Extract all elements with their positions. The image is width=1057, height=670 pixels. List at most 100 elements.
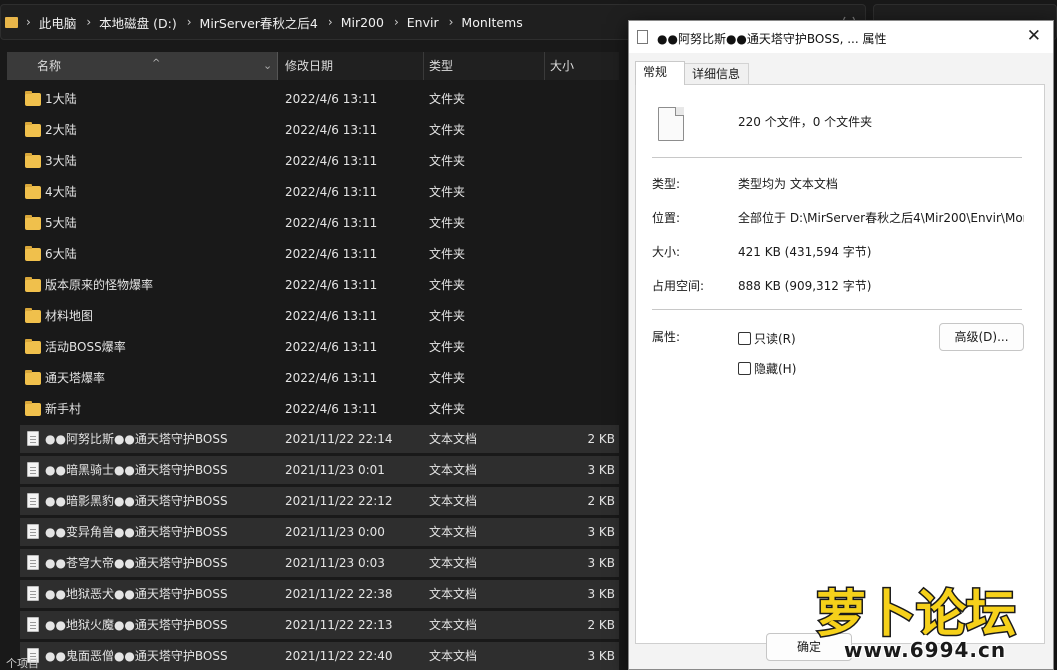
advanced-button[interactable]: 高级(D)... <box>939 323 1024 351</box>
cell-size: 3 KB <box>587 587 615 601</box>
folder-row[interactable]: 3大陆 2022/4/6 13:11 文件夹 <box>20 146 619 177</box>
file-row[interactable]: ●●暗影黑豹●●通天塔守护BOSS 2021/11/22 22:12 文本文档 2 K… <box>20 487 619 515</box>
dialog-titlebar[interactable]: ●●阿努比斯●●通天塔守护BOSS, ... 属性 ✕ <box>629 21 1053 53</box>
folder-row[interactable]: 活动BOSS爆率 2022/4/6 13:11 文件夹 <box>20 332 619 363</box>
breadcrumb-separator-icon[interactable]: › <box>26 15 31 29</box>
text-file-icon <box>27 462 39 477</box>
tab-general[interactable]: 常规 <box>635 61 685 85</box>
readonly-label: 只读(R) <box>754 332 796 346</box>
file-count: 220 个文件，0 个文件夹 <box>738 115 873 129</box>
ok-button[interactable]: 确定 <box>766 633 852 661</box>
cell-type: 文本文档 <box>429 525 478 539</box>
cell-date: 2022/4/6 13:11 <box>285 309 378 323</box>
cell-type: 文本文档 <box>429 618 478 632</box>
column-type[interactable]: 类型 <box>424 52 545 80</box>
cell-type: 文件夹 <box>429 278 466 292</box>
cell-type: 文件夹 <box>429 402 466 416</box>
breadcrumb-separator-icon[interactable]: › <box>86 15 91 29</box>
file-row[interactable]: ●●苍穹大帝●●通天塔守护BOSS 2021/11/23 0:03 文本文档 3 KB <box>20 549 619 577</box>
cell-type: 文件夹 <box>429 123 466 137</box>
readonly-checkbox[interactable]: 只读(R) <box>738 330 796 347</box>
type-label: 类型: <box>652 177 681 191</box>
multiple-files-icon <box>658 107 684 141</box>
folder-row[interactable]: 材料地图 2022/4/6 13:11 文件夹 <box>20 301 619 332</box>
cell-type: 文件夹 <box>429 154 466 168</box>
column-size[interactable]: 大小 <box>545 52 619 80</box>
breadcrumb-item[interactable]: Envir <box>407 15 439 30</box>
cell-name: 5大陆 <box>45 216 77 230</box>
text-file-icon <box>27 555 39 570</box>
cell-name: 2大陆 <box>45 123 77 137</box>
breadcrumb: › 此电脑 › 本地磁盘 (D:) › MirServer春秋之后4 › Mir200 › Env… <box>5 13 523 32</box>
column-name-label: 名称 <box>37 59 62 73</box>
cell-name: ●●暗黑骑士●●通天塔守护BOSS <box>45 463 228 477</box>
folder-row[interactable]: 2大陆 2022/4/6 13:11 文件夹 <box>20 115 619 146</box>
folder-icon <box>25 246 41 261</box>
folder-icon <box>25 401 41 416</box>
column-date[interactable]: 修改日期 <box>278 52 424 80</box>
status-bar: 个项目 <box>6 657 39 670</box>
chevron-down-icon[interactable]: ⌄ <box>263 52 272 80</box>
breadcrumb-separator-icon[interactable]: › <box>187 15 192 29</box>
breadcrumb-separator-icon[interactable]: › <box>328 15 333 29</box>
cell-type: 文件夹 <box>429 92 466 106</box>
folder-row[interactable]: 5大陆 2022/4/6 13:11 文件夹 <box>20 208 619 239</box>
cell-date: 2022/4/6 13:11 <box>285 247 378 261</box>
cell-size: 3 KB <box>587 556 615 570</box>
folder-row[interactable]: 通天塔爆率 2022/4/6 13:11 文件夹 <box>20 363 619 394</box>
cell-type: 文本文档 <box>429 463 478 477</box>
checkbox-box[interactable] <box>738 362 751 375</box>
cell-type: 文本文档 <box>429 432 478 446</box>
tab-details[interactable]: 详细信息 <box>685 63 749 85</box>
disk-size-label: 占用空间: <box>652 279 705 293</box>
breadcrumb-item[interactable]: 此电脑 <box>39 13 77 32</box>
folder-row[interactable]: 1大陆 2022/4/6 13:11 文件夹 <box>20 84 619 115</box>
cell-date: 2022/4/6 13:11 <box>285 92 378 106</box>
breadcrumb-item[interactable]: MonItems <box>461 15 522 30</box>
breadcrumb-item[interactable]: Mir200 <box>341 15 384 30</box>
file-row[interactable]: ●●暗黑骑士●●通天塔守护BOSS 2021/11/23 0:01 文本文档 3 KB <box>20 456 619 484</box>
properties-dialog: ●●阿努比斯●●通天塔守护BOSS, ... 属性 ✕ 常规 详细信息 220 … <box>628 20 1054 670</box>
file-icon <box>637 30 648 44</box>
close-icon[interactable]: ✕ <box>1027 26 1041 46</box>
cell-name: ●●暗影黑豹●●通天塔守护BOSS <box>45 494 228 508</box>
cell-size: 2 KB <box>587 432 615 446</box>
checkbox-box[interactable] <box>738 332 751 345</box>
file-row[interactable]: ●●变异角兽●●通天塔守护BOSS 2021/11/23 0:00 文本文档 3 KB <box>20 518 619 546</box>
divider <box>652 157 1022 158</box>
cell-type: 文件夹 <box>429 216 466 230</box>
folder-row[interactable]: 4大陆 2022/4/6 13:11 文件夹 <box>20 177 619 208</box>
file-row[interactable]: ●●地狱恶犬●●通天塔守护BOSS 2021/11/22 22:38 文本文档 3 K… <box>20 580 619 608</box>
cell-type: 文件夹 <box>429 371 466 385</box>
cell-type: 文件夹 <box>429 247 466 261</box>
folder-row[interactable]: 新手村 2022/4/6 13:11 文件夹 <box>20 394 619 425</box>
cell-date: 2022/4/6 13:11 <box>285 123 378 137</box>
cell-type: 文本文档 <box>429 494 478 508</box>
folder-row[interactable]: 6大陆 2022/4/6 13:11 文件夹 <box>20 239 619 270</box>
file-row[interactable]: ●●阿努比斯●●通天塔守护BOSS 2021/11/22 22:14 文本文档 2 K… <box>20 425 619 453</box>
folder-row[interactable]: 版本原来的怪物爆率 2022/4/6 13:11 文件夹 <box>20 270 619 301</box>
text-file-icon <box>27 431 39 446</box>
cell-name: 4大陆 <box>45 185 77 199</box>
cell-size: 3 KB <box>587 525 615 539</box>
column-name[interactable]: 名称 ^ ⌄ <box>7 52 278 80</box>
folder-icon <box>25 277 41 292</box>
type-value: 类型均为 文本文档 <box>738 177 838 191</box>
location-value: 全部位于 D:\MirServer春秋之后4\Mir200\Envir\MonI… <box>738 211 1024 225</box>
breadcrumb-item[interactable]: 本地磁盘 (D:) <box>99 13 177 32</box>
file-row[interactable]: ●●地狱火魔●●通天塔守护BOSS 2021/11/22 22:13 文本文档 2 K… <box>20 611 619 639</box>
cell-type: 文本文档 <box>429 556 478 570</box>
folder-icon <box>25 122 41 137</box>
cell-type: 文件夹 <box>429 185 466 199</box>
general-panel: 220 个文件，0 个文件夹 类型: 类型均为 文本文档 位置: 全部位于 D:… <box>635 84 1045 644</box>
cell-type: 文件夹 <box>429 309 466 323</box>
hidden-checkbox[interactable]: 隐藏(H) <box>738 360 796 377</box>
cell-date: 2022/4/6 13:11 <box>285 371 378 385</box>
text-file-icon <box>27 524 39 539</box>
breadcrumb-item[interactable]: MirServer春秋之后4 <box>200 13 318 32</box>
cell-name: ●●苍穹大帝●●通天塔守护BOSS <box>45 556 228 570</box>
cell-date: 2022/4/6 13:11 <box>285 278 378 292</box>
cell-date: 2022/4/6 13:11 <box>285 340 378 354</box>
breadcrumb-separator-icon[interactable]: › <box>394 15 399 29</box>
breadcrumb-separator-icon[interactable]: › <box>449 15 454 29</box>
